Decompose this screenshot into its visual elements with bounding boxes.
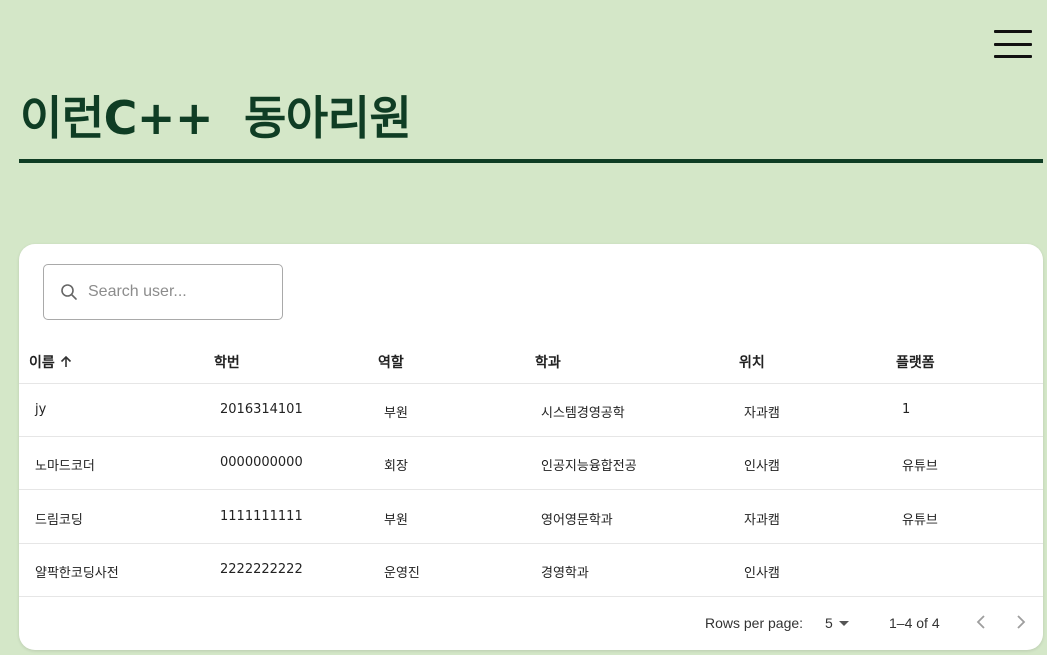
cell-name: 드림코딩 [35,513,83,528]
cell-role: 회장 [384,459,408,474]
menu-icon-bar [994,42,1032,46]
column-header-label: 이름 [29,355,55,371]
pagination-range: 1–4 of 4 [889,615,940,631]
table-row[interactable]: 얄팍한코딩사전 2222222222 운영진 경영학과 인사캠 [19,544,1043,597]
cell-department: 시스템경영공학 [541,406,625,421]
cell-location: 인사캠 [744,459,780,474]
cell-role: 부원 [384,406,408,421]
search-icon [61,284,77,300]
column-header-department[interactable]: 학과 [535,352,561,372]
title-divider [19,159,1043,163]
table-header: 이름 학번 역할 학과 위치 플랫폼 [19,335,1043,384]
cell-role: 부원 [384,513,408,528]
cell-department: 영어영문학과 [541,513,613,528]
page-title: 이런C++ 동아리원 [20,91,412,145]
rows-per-page-select[interactable]: 5 [825,615,849,631]
cell-name: 노마드코더 [35,459,95,474]
cell-platform: 유튜브 [902,513,938,528]
cell-location: 자과캠 [744,513,780,528]
cell-department: 인공지능융합전공 [541,459,637,474]
cell-student-id: 1111111111 [220,509,303,524]
table-row[interactable]: 노마드코더 0000000000 회장 인공지능융합전공 인사캠 유튜브 [19,437,1043,490]
menu-icon-bar [994,55,1032,58]
table-row[interactable]: 드림코딩 1111111111 부원 영어영문학과 자과캠 유튜브 [19,491,1043,544]
cell-platform: 1 [902,402,911,417]
arrow-up-icon [60,355,71,367]
table-row[interactable]: jy 2016314101 부원 시스템경영공학 자과캠 1 [19,384,1043,437]
chevron-right-icon[interactable] [1014,613,1028,631]
rows-per-page-label: Rows per page: [705,615,804,631]
cell-department: 경영학과 [541,566,589,581]
column-header-location[interactable]: 위치 [739,352,765,372]
column-header-role[interactable]: 역할 [378,352,404,372]
cell-student-id: 2222222222 [220,562,303,577]
menu-button[interactable] [994,26,1032,62]
column-header-platform[interactable]: 플랫폼 [896,352,935,372]
search-box[interactable] [43,264,283,320]
caret-down-icon [838,620,849,626]
cell-student-id: 0000000000 [220,455,303,470]
cell-name: 얄팍한코딩사전 [35,566,119,581]
cell-role: 운영진 [384,566,420,581]
search-input[interactable] [86,282,260,302]
column-header-name[interactable]: 이름 [29,352,73,372]
menu-icon-bar [994,30,1032,33]
chevron-left-icon[interactable] [974,613,988,631]
cell-location: 자과캠 [744,406,780,421]
cell-student-id: 2016314101 [220,402,303,417]
cell-location: 인사캠 [744,566,780,581]
cell-platform: 유튜브 [902,459,938,474]
cell-name: jy [35,402,47,417]
rows-per-page-value: 5 [825,615,833,631]
table-pagination: Rows per page: 5 1–4 of 4 [19,600,1043,646]
column-header-student-id[interactable]: 학번 [214,352,240,372]
members-card: 이름 학번 역할 학과 위치 플랫폼 jy 2016314101 부원 시스템경… [19,244,1043,650]
